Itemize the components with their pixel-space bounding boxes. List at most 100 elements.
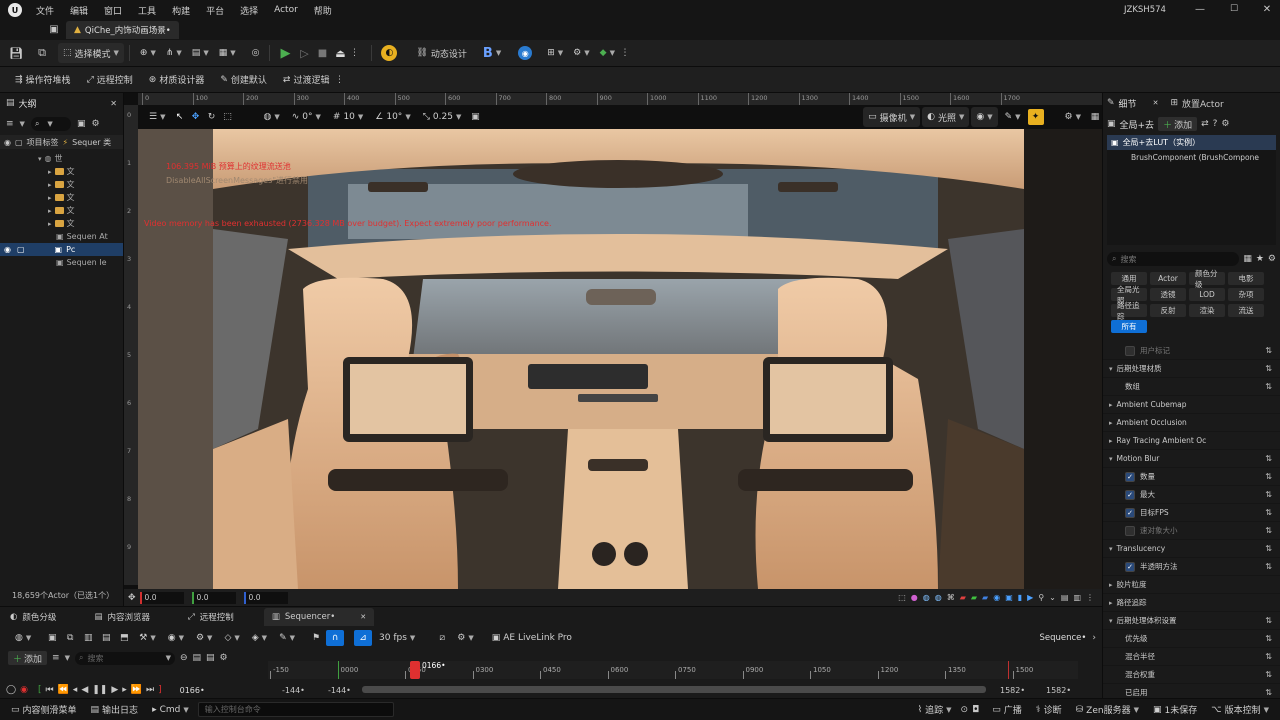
snap-icon[interactable]: ⊿: [354, 630, 372, 646]
property-row[interactable]: ▸ Ambient Occlusion: [1103, 414, 1280, 432]
anim-icon[interactable]: ▶: [1027, 593, 1033, 602]
reset-icon[interactable]: ⇅: [1265, 490, 1272, 499]
ae-livelink-button[interactable]: ▣ AE LiveLink Pro: [487, 628, 577, 648]
star-icon[interactable]: ★: [1256, 254, 1264, 264]
output-log-button[interactable]: ▤ 输出日志: [86, 700, 144, 720]
magnet-icon[interactable]: ∩: [326, 630, 344, 646]
menu-8[interactable]: 帮助: [314, 4, 332, 17]
outliner-row[interactable]: ▸ 文: [0, 191, 123, 204]
outliner-row[interactable]: ◉ ▢ ▣ Pc: [0, 243, 123, 256]
render-icon[interactable]: ▤: [98, 633, 114, 643]
rgb2-icon[interactable]: ▰: [971, 593, 977, 602]
menu-4[interactable]: 构建: [172, 4, 190, 17]
property-row[interactable]: 混合权重 ⇅: [1103, 666, 1280, 684]
reset-icon[interactable]: ⇅: [1265, 652, 1272, 661]
tools-button[interactable]: ⚒ ▼: [134, 628, 160, 648]
property-row[interactable]: 速对象大小 ⇅: [1103, 522, 1280, 540]
outliner-row[interactable]: ▸ 文: [0, 204, 123, 217]
list2-icon[interactable]: ▤: [206, 653, 215, 663]
reset-icon[interactable]: ⇅: [1265, 616, 1272, 625]
close-icon[interactable]: ✕: [1260, 2, 1274, 16]
unsaved-button[interactable]: ▣ 1未保存: [1148, 700, 1202, 720]
skip-end-icon[interactable]: ⏭: [146, 685, 154, 695]
view-range-end[interactable]: 1582•: [1046, 686, 1071, 695]
pose-icon[interactable]: ⚲: [1038, 593, 1044, 602]
edit-button[interactable]: ✎ ▼: [274, 628, 300, 648]
expand-icon[interactable]: ▾: [1109, 545, 1113, 553]
eye-icon[interactable]: ◉: [993, 593, 1000, 602]
component-brush[interactable]: BrushComponent (BrushCompone: [1107, 150, 1276, 165]
expand-icon[interactable]: ▸: [48, 181, 52, 189]
property-row[interactable]: ▸ Ambient Cubemap: [1103, 396, 1280, 414]
save-icon[interactable]: ▣: [77, 119, 86, 129]
pause-icon[interactable]: ❚❚: [92, 685, 107, 695]
view-button[interactable]: ◉ ▼: [163, 628, 189, 648]
filter-chip[interactable]: LOD: [1189, 288, 1225, 301]
plugin-icon[interactable]: ◐: [381, 45, 398, 61]
close-icon[interactable]: ✕: [1153, 99, 1159, 107]
range-start-bracket-icon[interactable]: [: [38, 685, 42, 695]
reset-icon[interactable]: ⇅: [1265, 472, 1272, 481]
playhead[interactable]: [410, 661, 420, 679]
frame-icon[interactable]: ⬚: [898, 593, 906, 602]
current-frame[interactable]: 0166•: [180, 686, 205, 695]
property-row[interactable]: 数组 ⇅: [1103, 378, 1280, 396]
reverse-icon[interactable]: ◀: [81, 685, 88, 695]
rotate-tool-icon[interactable]: ↻: [204, 112, 218, 122]
eject-icon[interactable]: ⏏: [331, 47, 349, 60]
expand-icon[interactable]: ▸: [48, 194, 52, 202]
outliner-row[interactable]: ▸ 文: [0, 165, 123, 178]
expand-icon[interactable]: ▸: [48, 168, 52, 176]
save-icon[interactable]: ▣: [44, 633, 60, 643]
property-row[interactable]: ▸ 路径追踪: [1103, 594, 1280, 612]
prev-frame-icon[interactable]: ◂: [73, 685, 78, 695]
move-tool-icon[interactable]: ✥: [188, 112, 202, 122]
checkbox[interactable]: [1125, 525, 1135, 536]
bottom-tab[interactable]: ▤ 内容浏览器: [86, 608, 158, 626]
maximize-icon[interactable]: ☐: [1227, 2, 1241, 16]
level-viewport[interactable]: 0 100 200 300 400 500 600 700 800 900 1000 1100 1200…: [124, 93, 1102, 606]
zen-server-button[interactable]: ⛁ Zen服务器 ▼: [1071, 700, 1144, 720]
transition-logic-button[interactable]: ⇄ 过渡逻辑: [278, 70, 335, 90]
bookmark-icon[interactable]: ▮: [1018, 593, 1022, 602]
remote-control-button[interactable]: ⤢ 远程控制: [82, 70, 138, 90]
film-icon[interactable]: ▥: [80, 633, 96, 643]
gear-icon[interactable]: ⚙: [220, 653, 228, 663]
game-view-icon[interactable]: ✦: [1027, 109, 1044, 125]
user-label[interactable]: JZKSH574: [1124, 5, 1166, 15]
details-search-input[interactable]: ⌕ 搜索: [1107, 252, 1240, 266]
film-icon[interactable]: ▥: [1073, 593, 1081, 602]
create-default-button[interactable]: ✎ 创建默认: [215, 70, 272, 90]
scale-tool-icon[interactable]: ⬚: [220, 112, 234, 122]
property-row[interactable]: ✓ 数量 ⇅: [1103, 468, 1280, 486]
record-stop-icon[interactable]: ⊙: [961, 705, 969, 715]
filter-chip[interactable]: 反射: [1150, 304, 1186, 317]
eye-icon[interactable]: ◉: [4, 245, 11, 254]
chevron-down-icon[interactable]: ⌄: [1049, 593, 1056, 602]
reset-icon[interactable]: ⇅: [1265, 454, 1272, 463]
outliner-row[interactable]: ▸ 文: [0, 178, 123, 191]
step-icon[interactable]: ▷: [295, 47, 313, 60]
expand-icon[interactable]: ▾: [1109, 365, 1113, 373]
blueprint-icon[interactable]: ⇄: [1201, 119, 1209, 129]
filter-chip[interactable]: 流送: [1228, 304, 1264, 317]
curve-editor-icon[interactable]: ⧄: [434, 633, 450, 643]
unreal-logo-icon[interactable]: U: [8, 3, 22, 17]
rgb3-icon[interactable]: ▰: [982, 593, 988, 602]
property-row[interactable]: ✓ 最大 ⇅: [1103, 486, 1280, 504]
col-item-label[interactable]: 项目标签: [27, 137, 59, 148]
property-row[interactable]: ✓ 目标FPS ⇅: [1103, 504, 1280, 522]
viewport-settings-button[interactable]: ⚙ ▼: [1060, 107, 1086, 127]
checkbox[interactable]: ✓: [1125, 471, 1135, 482]
loop-icon[interactable]: ◯: [6, 685, 16, 695]
property-row[interactable]: ▾ 后期处理材质 ⇅: [1103, 360, 1280, 378]
outliner-search[interactable]: ⌕ ▼: [30, 117, 71, 131]
lock-icon[interactable]: ▢: [17, 245, 25, 254]
property-row[interactable]: ▾ Translucency ⇅: [1103, 540, 1280, 558]
lock-icon[interactable]: ▢: [15, 138, 23, 147]
sphere-icon[interactable]: ◍: [923, 593, 930, 602]
checkbox[interactable]: ✓: [1125, 489, 1135, 500]
layout-button[interactable]: ▦ ▼: [214, 43, 241, 63]
grid-snap-button[interactable]: #10 ▼: [328, 107, 368, 127]
menu-0[interactable]: 文件: [36, 4, 54, 17]
